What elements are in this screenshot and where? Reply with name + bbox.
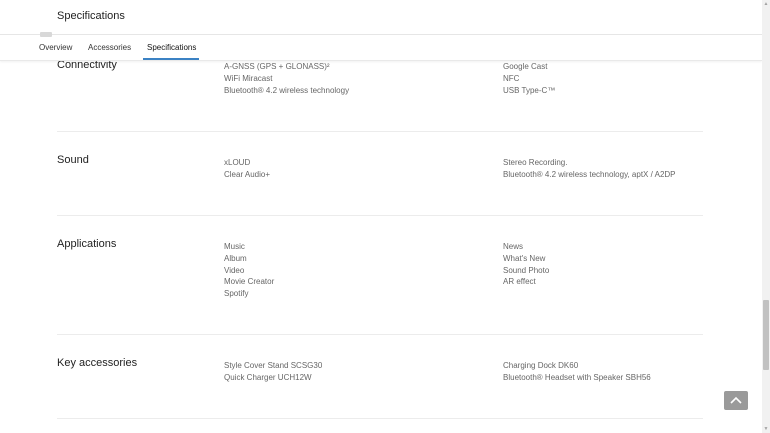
section-divider [57, 334, 703, 335]
specifications-content: Connectivity A-GNSS (GPS + GLONASS)² WiF… [0, 0, 762, 433]
spec-item: xLOUD [224, 158, 251, 167]
spec-item: Bluetooth® 4.2 wireless technology, aptX… [503, 169, 676, 179]
spec-item: Quick Charger UCH12W [224, 372, 312, 382]
spec-item: Charging Dock DK60 [503, 361, 579, 370]
tab-overview[interactable]: Overview [39, 43, 72, 52]
spec-item: Clear Audio+ [224, 169, 271, 179]
spec-item: Music [224, 242, 245, 251]
scrollbar-thumb[interactable] [763, 300, 769, 370]
page-header: Specifications [0, 0, 762, 35]
triangle-up-icon[interactable]: ▲ [763, 1, 769, 7]
spec-item: Bluetooth® Headset with Speaker SBH56 [503, 372, 651, 382]
section-title: Key accessories [57, 357, 138, 369]
spec-item: Style Cover Stand SCSG30 [224, 361, 323, 370]
section-divider [57, 131, 703, 132]
spec-item: Stereo Recording. [503, 158, 568, 167]
chevron-up-icon [730, 396, 742, 404]
spec-list-right: Charging Dock DK60 Bluetooth® Headset wi… [503, 360, 651, 384]
spec-list-right: News What's New Sound Photo AR effect [503, 241, 549, 288]
section-title: Applications [57, 238, 117, 250]
spec-item: AR effect [503, 277, 536, 287]
spec-list-right: Google Cast NFC USB Type-C™ [503, 61, 555, 96]
spec-list-left: Style Cover Stand SCSG30 Quick Charger U… [224, 360, 322, 384]
triangle-down-icon[interactable]: ▼ [763, 426, 769, 432]
spec-list-left: A-GNSS (GPS + GLONASS)² WiFi Miracast Bl… [224, 61, 349, 96]
sticky-logo-icon [40, 32, 52, 37]
page-scrollbar[interactable]: ▲ ▼ [762, 0, 770, 433]
spec-item: USB Type-C™ [503, 85, 556, 95]
spec-item: Album [224, 253, 247, 263]
spec-item: Sound Photo [503, 265, 550, 275]
section-divider [57, 215, 703, 216]
spec-item: Google Cast [503, 62, 548, 71]
spec-item: Movie Creator [224, 277, 275, 287]
spec-list-right: Stereo Recording. Bluetooth® 4.2 wireles… [503, 157, 676, 181]
section-divider [57, 418, 703, 419]
spec-list-left: Music Album Video Movie Creator Spotify [224, 241, 274, 300]
spec-item: Video [224, 265, 245, 275]
section-title: Sound [57, 154, 89, 166]
spec-item: WiFi Miracast [224, 73, 273, 83]
spec-list-left: xLOUD Clear Audio+ [224, 157, 270, 181]
page-title: Specifications [57, 10, 125, 22]
spec-item: Spotify [224, 289, 249, 299]
spec-item: A-GNSS (GPS + GLONASS)² [224, 62, 330, 71]
spec-item: NFC [503, 73, 520, 83]
tab-accessories[interactable]: Accessories [88, 43, 131, 52]
tab-bar: Overview Accessories Specifications [0, 35, 762, 61]
spec-item: News [503, 242, 524, 251]
spec-item: What's New [503, 253, 546, 263]
active-tab-indicator [143, 58, 199, 60]
spec-item: Bluetooth® 4.2 wireless technology [224, 85, 350, 95]
tab-specifications[interactable]: Specifications [147, 43, 196, 52]
back-to-top-button[interactable] [724, 391, 748, 410]
